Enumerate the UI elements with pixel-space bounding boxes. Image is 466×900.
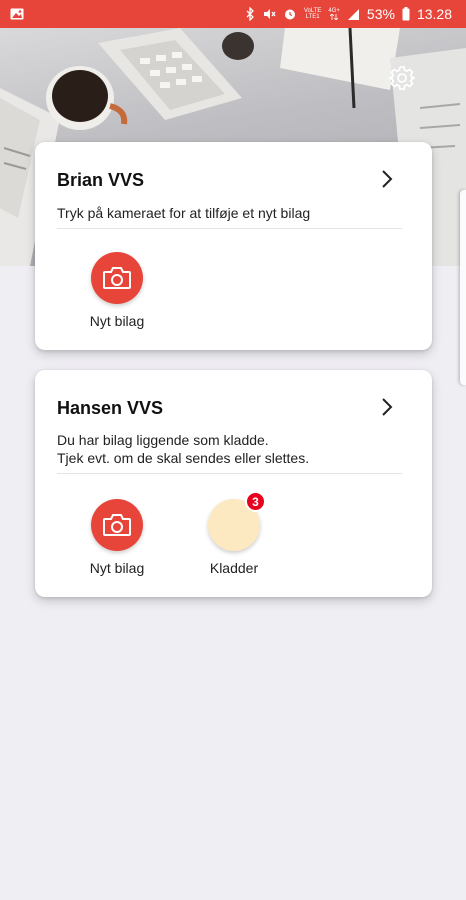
camera-icon — [103, 267, 131, 289]
chevron-right-icon[interactable] — [378, 168, 396, 190]
new-receipt-label: Nyt bilag — [89, 560, 145, 576]
clock: 13.28 — [416, 6, 452, 22]
card-description-line-2: Tjek evt. om de skal sendes eller slette… — [57, 450, 310, 466]
alarm-icon — [283, 7, 297, 21]
company-card-brian[interactable]: Brian VVS Tryk på kameraet for at tilføj… — [35, 142, 432, 350]
side-panel-handle[interactable] — [460, 190, 466, 385]
drafts-button[interactable]: 3 Kladder — [194, 491, 274, 576]
network-label: VoLTE LTE1 — [304, 8, 322, 20]
gear-icon — [389, 66, 415, 90]
status-bar: VoLTE LTE1 4G+ 53% 13.28 — [0, 0, 466, 28]
new-receipt-button[interactable]: Nyt bilag — [77, 499, 157, 576]
battery-icon — [402, 7, 410, 21]
card-description-line-1: Du har bilag liggende som kladde. — [57, 432, 269, 448]
card-title: Hansen VVS — [57, 398, 164, 418]
card-description: Du har bilag liggende som kladde. Tjek e… — [57, 431, 402, 474]
drafts-button-circle[interactable]: 3 — [208, 491, 266, 551]
network-lte-text: LTE1 — [305, 14, 320, 20]
bluetooth-icon — [246, 7, 255, 21]
camera-button-circle[interactable] — [91, 252, 143, 304]
company-card-hansen[interactable]: Hansen VVS Du har bilag liggende som kla… — [35, 370, 432, 597]
new-receipt-button[interactable]: Nyt bilag — [77, 252, 157, 329]
card-title: Brian VVS — [57, 170, 145, 190]
battery-percent: 53% — [366, 6, 395, 22]
chevron-right-icon[interactable] — [378, 396, 396, 418]
data-arrows-icon — [330, 14, 339, 20]
camera-icon — [103, 514, 131, 536]
drafts-label: Kladder — [209, 560, 259, 576]
card-description: Tryk på kameraet for at tilføje et nyt b… — [57, 204, 402, 229]
settings-button[interactable] — [388, 64, 416, 92]
drafts-count-badge: 3 — [245, 491, 266, 512]
image-icon — [10, 8, 24, 20]
new-receipt-label: Nyt bilag — [89, 313, 145, 329]
status-right: VoLTE LTE1 4G+ 53% 13.28 — [246, 6, 452, 22]
camera-button-circle[interactable] — [91, 499, 143, 551]
mute-icon — [262, 7, 276, 21]
signal-icon — [347, 8, 360, 21]
status-left — [10, 8, 24, 20]
network-type: 4G+ — [328, 8, 340, 20]
